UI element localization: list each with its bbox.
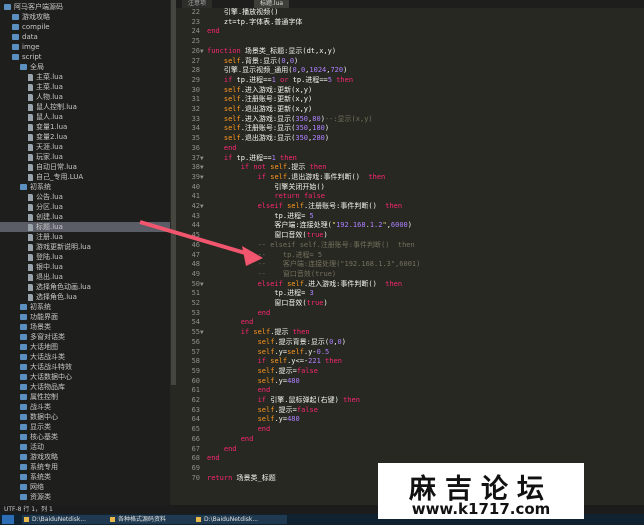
- arrow-head: [242, 246, 263, 266]
- folder-icon: [24, 517, 29, 522]
- folder-icon: [110, 517, 115, 522]
- taskbar-item-source-docs[interactable]: 各种格式源码资料: [108, 515, 201, 524]
- forum-watermark: 麻吉论坛 www.k1717.com: [378, 463, 584, 519]
- arrow-shaft: [139, 220, 253, 257]
- taskbar-item-netdisk-2[interactable]: D:\BaiduNetdisk...: [194, 515, 287, 524]
- folder-icon: [196, 517, 201, 522]
- start-button[interactable]: [2, 515, 14, 524]
- watermark-url: www.k1717.com: [411, 500, 551, 518]
- taskbar-item-netdisk-1[interactable]: D:\BaiduNetdisk...: [22, 515, 115, 524]
- annotation-arrow: [139, 220, 263, 266]
- status-text: UTF-8 行 1，列 1: [4, 506, 53, 513]
